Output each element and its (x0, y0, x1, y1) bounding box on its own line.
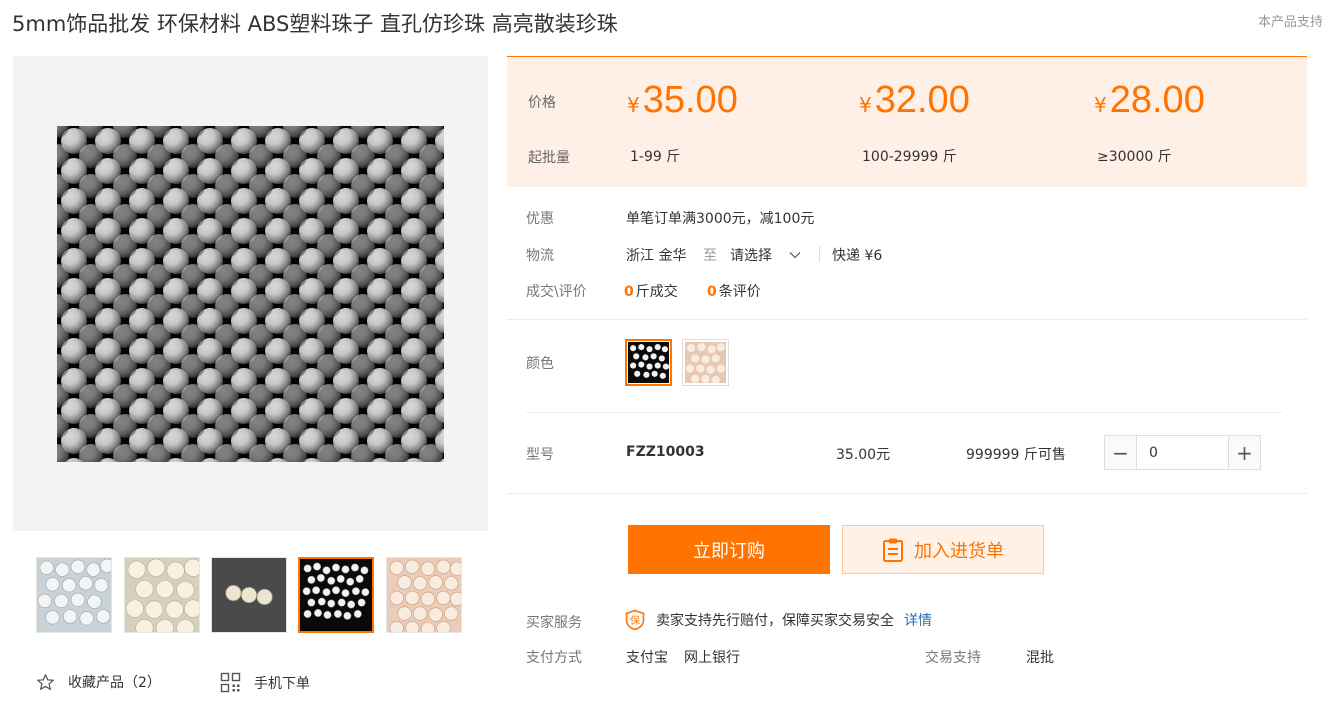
quantity-input[interactable] (1137, 436, 1228, 469)
favorite-button[interactable]: 收藏产品（2） (36, 672, 161, 692)
divider (526, 412, 1282, 413)
color-label: 颜色 (526, 356, 554, 372)
buyer-service-label: 买家服务 (526, 615, 582, 631)
promo-text: 单笔订单满3000元，减100元 (626, 211, 815, 227)
shipping-origin: 浙江 金华 (626, 248, 687, 264)
payment-label: 支付方式 (526, 650, 582, 666)
sku-stock: 999999 斤可售 (966, 447, 1066, 463)
shield-badge-text: 保 (630, 614, 640, 627)
sku-label: 型号 (526, 447, 554, 463)
price-value: 32.00 (874, 79, 970, 121)
shipping-to: 至 (703, 248, 717, 264)
price-value: 35.00 (642, 79, 738, 121)
buy-now-button[interactable]: 立即订购 (628, 525, 830, 574)
qr-code-icon (220, 672, 241, 693)
shield-icon: 保 (625, 609, 645, 631)
deals-stat: 0 斤成交 (624, 281, 678, 301)
thumbnail-image (125, 558, 199, 632)
promo-label: 优惠 (526, 211, 554, 227)
deals-text: 斤成交 (635, 284, 678, 300)
thumbnail-1[interactable] (36, 557, 112, 633)
price-label: 价格 (528, 95, 556, 111)
thumbnail-image (37, 558, 111, 632)
price-tier-3: ¥28.00 (1094, 79, 1205, 122)
product-title: 5mm饰品批发 环保材料 ABS塑料珠子 直孔仿珍珠 高亮散装珍珠 (12, 12, 618, 36)
buyer-service-text: 卖家支持先行赔付，保障买家交易安全 (656, 613, 894, 629)
thumbnail-4[interactable] (298, 557, 374, 633)
reviews-stat[interactable]: 0 条评价 (707, 281, 761, 301)
price-panel: 价格 起批量 ¥35.00 ¥32.00 ¥28.00 1-99 斤 100-2… (507, 56, 1307, 187)
mobile-order-label: 手机下单 (254, 675, 310, 692)
favorite-label: 收藏产品（2） (68, 675, 161, 691)
price-tier-1: ¥35.00 (627, 79, 738, 122)
destination-select[interactable]: 请选择 (730, 245, 801, 265)
buy-now-label: 立即订购 (693, 540, 765, 562)
increase-button[interactable]: + (1228, 436, 1260, 469)
thumbnail-3[interactable] (211, 557, 287, 633)
moq-label: 起批量 (528, 150, 570, 166)
reviews-count: 0 (707, 284, 717, 300)
trade-support-label: 交易支持 (925, 650, 981, 666)
deals-count: 0 (624, 284, 634, 300)
divider (507, 493, 1307, 494)
payment-method-2: 网上银行 (684, 650, 740, 666)
quantity-stepper: − + (1104, 435, 1261, 470)
qty-tier-1: 1-99 斤 (630, 149, 681, 165)
decrease-button[interactable]: − (1105, 436, 1137, 469)
thumbnail-image (387, 558, 461, 632)
currency-symbol: ¥ (1094, 93, 1107, 117)
trade-support-value: 混批 (1026, 650, 1054, 666)
color-swatch-pink[interactable] (682, 339, 729, 386)
thumbnail-image (212, 558, 286, 632)
swatch-image (628, 342, 669, 383)
swatch-image (685, 342, 726, 383)
divider (819, 246, 820, 262)
details-link[interactable]: 详情 (904, 610, 932, 630)
currency-symbol: ¥ (627, 93, 640, 117)
buyer-service: 保 卖家支持先行赔付，保障买家交易安全 详情 (624, 609, 932, 631)
shipping-method: 快递 ¥6 (832, 248, 883, 264)
add-to-cart-label: 加入进货单 (914, 540, 1004, 562)
thumbnail-5[interactable] (386, 557, 462, 633)
stats-label: 成交\评价 (526, 284, 587, 300)
reviews-text: 条评价 (718, 284, 761, 300)
main-image-container (13, 56, 488, 531)
divider (507, 319, 1307, 320)
mobile-order-button[interactable]: 手机下单 (220, 672, 310, 693)
shipping-label: 物流 (526, 248, 554, 264)
payment-method-1: 支付宝 (626, 650, 668, 666)
thumbnail-2[interactable] (124, 557, 200, 633)
price-tier-2: ¥32.00 (859, 79, 970, 122)
clipboard-icon (883, 538, 903, 562)
qty-tier-3: ≥30000 斤 (1097, 149, 1172, 165)
destination-select-value: 请选择 (730, 248, 772, 264)
currency-symbol: ¥ (859, 93, 872, 117)
sku-model: FZZ10003 (626, 444, 705, 460)
thumbnail-image (300, 559, 372, 631)
add-to-cart-button[interactable]: 加入进货单 (842, 525, 1044, 574)
chevron-down-icon (789, 252, 801, 259)
top-note: 本产品支持 (1258, 15, 1322, 30)
qty-tier-2: 100-29999 斤 (862, 149, 957, 165)
star-icon (37, 673, 54, 690)
price-value: 28.00 (1109, 79, 1205, 121)
sku-price: 35.00元 (836, 447, 891, 463)
color-swatch-white[interactable] (625, 339, 672, 386)
main-product-image[interactable] (57, 126, 444, 462)
pearls-image (57, 126, 444, 462)
